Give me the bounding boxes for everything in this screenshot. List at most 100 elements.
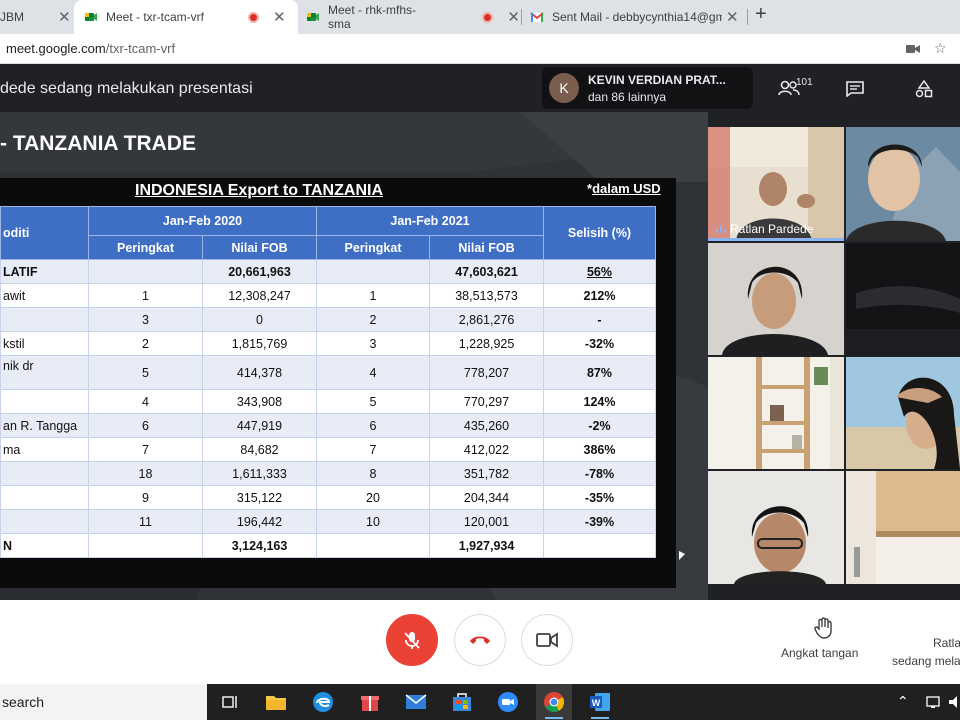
komoditi-cell: awit <box>0 283 89 308</box>
rank-2021-cell: 5 <box>316 389 430 414</box>
participant-video <box>846 471 960 584</box>
camera-icon <box>536 632 558 648</box>
active-speaker-card[interactable]: K KEVIN VERDIAN PRAT... dan 86 lainnya <box>542 67 753 109</box>
participant-video <box>846 243 960 355</box>
komoditi-cell: an R. Tangga <box>0 413 89 438</box>
recording-icon <box>248 11 259 23</box>
rank-2020-cell: 7 <box>88 437 203 462</box>
camera-toggle-button[interactable] <box>521 614 573 666</box>
chevron-up-icon[interactable]: ⌃ <box>897 693 909 710</box>
activities-icon[interactable] <box>915 80 933 98</box>
komoditi-cell <box>0 307 89 332</box>
rank-2021-cell: 20 <box>316 485 430 510</box>
participant-count: 101 <box>796 77 813 88</box>
fob-2020-cell: 447,919 <box>202 413 317 438</box>
tab-jbm[interactable]: JBM ✕ <box>0 0 72 34</box>
fob-2021-cell: 1,228,925 <box>429 331 544 356</box>
table-row: awit 1 12,308,247 1 38,513,573 212% <box>0 283 656 308</box>
speaker-others: dan 86 lainnya <box>588 90 667 104</box>
mail-icon[interactable] <box>404 690 428 714</box>
word-icon[interactable]: W <box>588 690 612 714</box>
presenting-banner: dede sedang melakukan presentasi <box>0 80 253 97</box>
fob-2021-cell: 351,782 <box>429 461 544 486</box>
participant-tile[interactable] <box>846 243 960 355</box>
meeting-controls: Angkat tangan Ratla sedang mela <box>0 600 960 684</box>
leave-call-button[interactable] <box>454 614 506 666</box>
table-row: nik dr 5 414,378 4 778,207 87% <box>0 355 656 390</box>
search-placeholder: search <box>2 694 45 710</box>
komoditi-cell: kstil <box>0 331 89 356</box>
participant-tile[interactable]: Ratlan Pardede <box>708 127 844 241</box>
fob-2020-cell: 414,378 <box>202 355 317 390</box>
komoditi-cell: LATIF <box>0 259 89 284</box>
komoditi-cell: ma <box>0 437 89 462</box>
browser-tab-strip: JBM ✕ Meet - txr-tcam-vrf ✕ Meet - rhk-m… <box>0 0 960 34</box>
participant-tile[interactable] <box>708 471 844 584</box>
rank-2021-cell: 7 <box>316 437 430 462</box>
close-icon[interactable]: ✕ <box>726 8 739 26</box>
gift-icon[interactable] <box>358 690 382 714</box>
fob-2021-cell: 412,022 <box>429 437 544 462</box>
url-text[interactable]: meet.google.com/txr-tcam-vrf <box>6 41 175 56</box>
presenter-label: Ratla <box>933 636 960 650</box>
active-speaker-indicator <box>708 238 844 241</box>
store-icon[interactable] <box>450 690 474 714</box>
rank-2020-cell: 6 <box>88 413 203 438</box>
tab-meet-txr[interactable]: Meet - txr-tcam-vrf ✕ <box>74 0 298 34</box>
presenter-status: sedang mela <box>892 654 960 668</box>
meet-icon <box>85 13 97 21</box>
zoom-icon[interactable] <box>496 690 520 714</box>
tab-label: Meet - rhk-mfhs-sma <box>328 3 417 31</box>
raise-hand-icon[interactable] <box>814 617 834 645</box>
speaker-icon[interactable] <box>948 694 960 710</box>
tab-meet-rhk[interactable]: Meet - rhk-mfhs-sma ✕ <box>306 0 520 34</box>
header-nilai-fob: Nilai FOB <box>429 235 544 260</box>
selisih-cell: -39% <box>543 509 656 534</box>
avatar: K <box>549 73 579 103</box>
close-icon[interactable]: ✕ <box>273 8 286 26</box>
gmail-icon <box>530 12 544 22</box>
close-icon[interactable]: ✕ <box>507 8 520 26</box>
meet-header: dede sedang melakukan presentasi K KEVIN… <box>0 64 960 112</box>
rank-2020-cell: 3 <box>88 307 203 332</box>
header-komoditi: oditi <box>0 206 89 260</box>
header-period-2020: Jan-Feb 2020 <box>88 206 317 236</box>
fob-2020-cell: 3,124,163 <box>202 533 317 558</box>
address-bar[interactable]: meet.google.com/txr-tcam-vrf ☆ <box>0 34 960 64</box>
participant-tile[interactable] <box>846 127 960 241</box>
header-peringkat: Peringkat <box>88 235 203 260</box>
table-row: 11 196,442 10 120,001 -39% <box>0 509 656 534</box>
table-row: kstil 2 1,815,769 3 1,228,925 -32% <box>0 331 656 356</box>
tab-gmail[interactable]: Sent Mail - debbycynthia14@gm ✕ <box>530 0 750 34</box>
fob-2020-cell: 343,908 <box>202 389 317 414</box>
participant-video <box>708 357 844 469</box>
rank-2020-cell: 9 <box>88 485 203 510</box>
participant-grid: Ratlan Pardede <box>708 112 960 600</box>
participant-tile[interactable] <box>846 357 960 469</box>
edge-icon[interactable] <box>311 690 335 714</box>
camera-blocked-icon[interactable] <box>906 43 920 55</box>
header-period-2021: Jan-Feb 2021 <box>316 206 544 236</box>
komoditi-cell <box>0 461 89 486</box>
chat-icon[interactable] <box>846 81 864 97</box>
task-view-icon[interactable] <box>218 690 242 714</box>
network-icon[interactable] <box>926 694 942 710</box>
table-row: N 3,124,163 1,927,934 <box>0 533 656 558</box>
new-tab-button[interactable]: + <box>755 3 767 26</box>
fob-2021-cell: 778,207 <box>429 355 544 390</box>
close-icon[interactable]: ✕ <box>58 8 71 26</box>
taskbar-search[interactable]: search <box>0 684 207 720</box>
file-explorer-icon[interactable] <box>264 690 288 714</box>
chrome-icon[interactable] <box>542 690 566 714</box>
header-nilai-fob: Nilai FOB <box>202 235 317 260</box>
selisih-cell: -35% <box>543 485 656 510</box>
raise-hand-label[interactable]: Angkat tangan <box>781 646 858 660</box>
participant-tile[interactable] <box>708 243 844 355</box>
participant-tile[interactable] <box>846 471 960 584</box>
slide-title: - TANZANIA TRADE <box>0 132 196 155</box>
running-indicator <box>591 717 609 719</box>
bookmark-star-icon[interactable]: ☆ <box>934 40 947 57</box>
selisih-cell: - <box>543 307 656 332</box>
mic-toggle-button[interactable] <box>386 614 438 666</box>
participant-tile[interactable] <box>708 357 844 469</box>
